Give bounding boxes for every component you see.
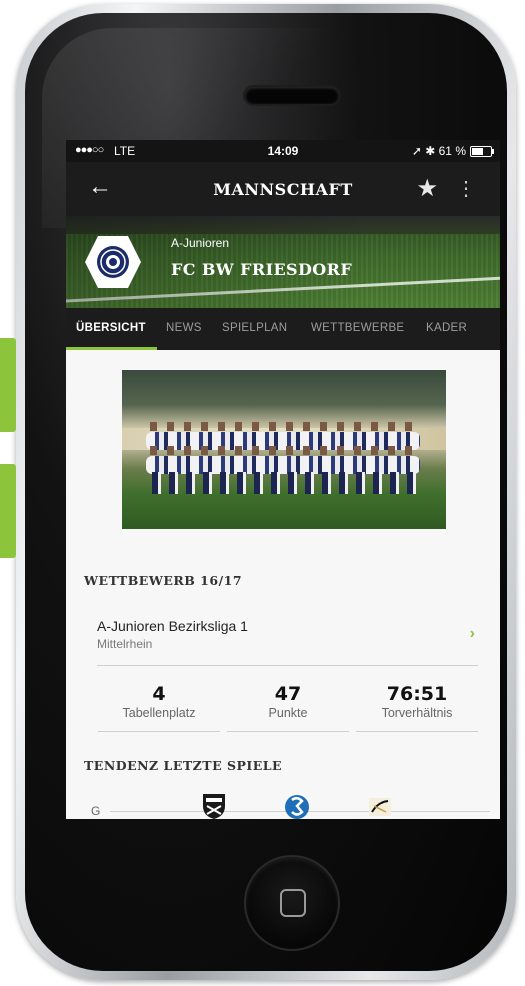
volume-up-button[interactable]: [0, 338, 16, 432]
screen: ●●●○○ LTE 14:09 ➚ ✱ 61 % ← MANNSCHAFT ★ …: [66, 140, 500, 819]
stat-underline: [98, 731, 220, 732]
photo-legs: [152, 472, 422, 494]
more-options-icon[interactable]: ⋮: [456, 176, 476, 201]
tab-uebersicht[interactable]: ÜBERSICHT: [76, 322, 146, 334]
tab-bar: ÜBERSICHT NEWS SPIELPLAN WETTBEWERBE KAD…: [66, 308, 500, 350]
competition-name: A-Junioren Bezirksliga 1: [97, 618, 248, 634]
club-name: FC BW FRIESDORF: [171, 260, 353, 279]
favorite-star-icon[interactable]: ★: [416, 174, 438, 203]
team-photo: [122, 370, 446, 529]
trend-row: G: [66, 792, 500, 819]
stat-table-position: 4 Tabellenplatz: [98, 683, 220, 720]
stat-value: 4: [152, 683, 166, 705]
status-bar: ●●●○○ LTE 14:09 ➚ ✱ 61 %: [66, 140, 500, 162]
stat-underline: [227, 731, 349, 732]
stat-label: Tabellenplatz: [122, 706, 196, 720]
stat-goal-ratio: 76:51 Torverhältnis: [356, 683, 478, 720]
competition-heading: WETTBEWERB 16/17: [84, 573, 243, 588]
battery-icon: [470, 146, 494, 157]
trend-heading: TENDENZ LETZTE SPIELE: [84, 758, 283, 773]
opponent-crest-icon[interactable]: [283, 792, 311, 819]
tab-spielplan[interactable]: SPIELPLAN: [222, 322, 287, 334]
stat-label: Punkte: [268, 706, 308, 720]
stat-value: 76:51: [386, 683, 448, 705]
team-age-group: A-Junioren: [171, 236, 230, 250]
team-header: A-Junioren FC BW FRIESDORF: [66, 216, 500, 308]
opponent-crest-icon[interactable]: [366, 792, 394, 819]
club-crest-icon: [85, 236, 141, 288]
app-bar: ← MANNSCHAFT ★ ⋮: [66, 162, 500, 216]
overview-content: WETTBEWERB 16/17 A-Junioren Bezirksliga …: [66, 350, 500, 819]
photo-heads-back: [150, 422, 416, 431]
stat-label: Torverhältnis: [381, 706, 453, 720]
photo-heads-front: [150, 446, 416, 455]
tab-wettbewerbe[interactable]: WETTBEWERBE: [311, 322, 404, 334]
home-square-icon: [280, 889, 306, 917]
divider: [97, 665, 478, 666]
tab-kader[interactable]: KADER: [426, 322, 467, 334]
earpiece-speaker: [245, 87, 339, 104]
stat-value: 47: [274, 683, 302, 705]
volume-down-button[interactable]: [0, 464, 16, 558]
competition-region: Mittelrhein: [97, 637, 153, 651]
opponent-crest-icon[interactable]: [200, 792, 228, 819]
home-button[interactable]: [246, 857, 338, 949]
tab-news[interactable]: NEWS: [166, 322, 202, 334]
stat-points: 47 Punkte: [227, 683, 349, 720]
status-icons: ➚ ✱ 61 %: [411, 144, 466, 158]
chevron-right-icon: ›: [469, 625, 475, 642]
battery-level: [472, 148, 483, 155]
trend-result-label: G: [91, 804, 101, 818]
stat-underline: [356, 731, 478, 732]
